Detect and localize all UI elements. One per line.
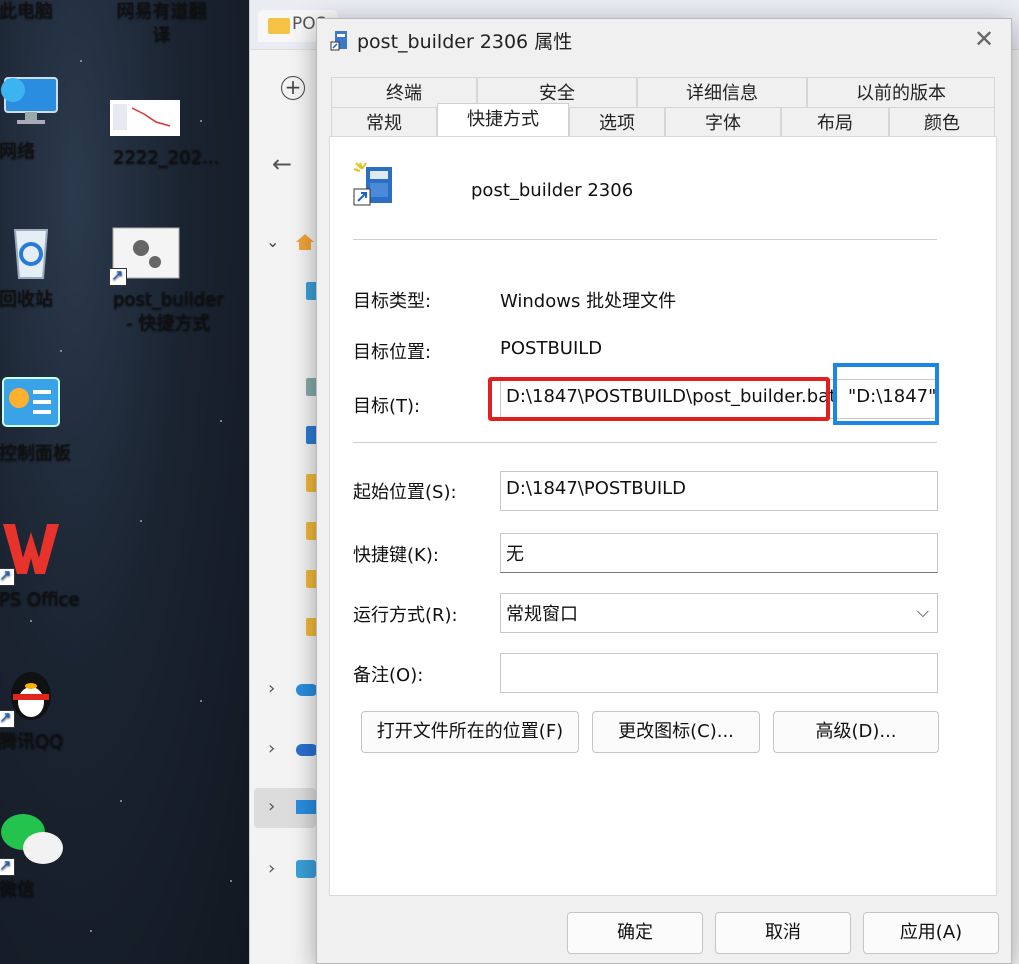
hotkey-input[interactable]: 无 xyxy=(500,533,938,573)
wps-icon xyxy=(0,518,63,586)
batch-file-icon xyxy=(352,161,400,209)
shortcut-arrow-icon xyxy=(0,566,15,586)
shortcut-arrow-icon xyxy=(0,856,15,876)
target-location-value: POSTBUILD xyxy=(500,338,603,359)
recycle-bin-icon xyxy=(0,218,63,282)
batch-file-icon xyxy=(329,29,351,51)
highlight-box-red xyxy=(488,377,830,421)
target-label: 目标(T): xyxy=(353,396,421,417)
tab-colors[interactable]: 颜色 xyxy=(889,107,995,137)
nav-expand-home[interactable]: ⌄ xyxy=(266,232,279,251)
wechat-icon xyxy=(0,808,63,876)
nav-expand[interactable]: › xyxy=(268,678,275,699)
nav-row-this-pc[interactable]: › xyxy=(254,788,316,828)
folder-icon xyxy=(268,18,290,34)
tab-shortcut[interactable]: 快捷方式 xyxy=(437,103,569,137)
comment-input[interactable] xyxy=(500,653,938,693)
network-icon xyxy=(296,860,316,878)
desktop-icon-post-builder[interactable]: post_builder - 快捷方式 xyxy=(90,226,224,334)
divider xyxy=(353,442,937,443)
shortcut-name: post_builder 2306 xyxy=(471,180,634,201)
onedrive-icon xyxy=(296,684,318,696)
qq-icon xyxy=(0,660,63,728)
tab-previous-versions[interactable]: 以前的版本 xyxy=(807,77,995,107)
target-type-label: 目标类型: xyxy=(353,291,432,312)
divider xyxy=(353,239,937,240)
chevron-down-icon: ⌄ xyxy=(266,232,280,251)
home-icon xyxy=(294,232,316,252)
desktop-icon-recycle-bin[interactable]: 回收站 xyxy=(0,218,86,310)
cancel-button[interactable]: 取消 xyxy=(715,912,851,954)
image-thumbnail-icon xyxy=(110,100,180,140)
start-in-input[interactable]: D:\1847\POSTBUILD xyxy=(500,471,938,511)
shortcut-tab-panel: post_builder 2306 目标类型: Windows 批处理文件 目标… xyxy=(329,136,997,896)
network-icon xyxy=(0,70,63,134)
tab-options[interactable]: 选项 xyxy=(569,107,665,137)
open-file-location-button[interactable]: 打开文件所在的位置(F) xyxy=(361,711,579,753)
chevron-right-icon: › xyxy=(268,858,276,879)
chevron-right-icon: › xyxy=(268,738,276,759)
run-label: 运行方式(R): xyxy=(353,605,458,626)
desktop-icon-qq[interactable]: 腾讯QQ xyxy=(0,660,86,752)
back-button[interactable]: ← xyxy=(272,150,292,178)
comment-label: 备注(O): xyxy=(353,665,424,686)
chevron-right-icon: › xyxy=(268,678,276,699)
desktop-icon-label: post_builder - 快捷方式 xyxy=(113,289,224,334)
new-tab-button[interactable]: + xyxy=(281,76,305,100)
advanced-button[interactable]: 高级(D)... xyxy=(773,711,939,753)
desktop-icon-network[interactable]: 网络 xyxy=(0,70,86,162)
nav-expand[interactable]: › xyxy=(268,858,275,879)
start-in-label: 起始位置(S): xyxy=(353,482,457,503)
settings-file-icon xyxy=(109,226,181,286)
tab-strip: 终端 安全 详细信息 以前的版本 常规 快捷方式 选项 字体 布局 颜色 xyxy=(331,75,995,137)
tab-general[interactable]: 常规 xyxy=(331,107,437,137)
change-icon-button[interactable]: 更改图标(C)... xyxy=(592,711,760,753)
target-location-label: 目标位置: xyxy=(353,342,432,363)
nav-expand[interactable]: › xyxy=(268,738,275,759)
tab-layout[interactable]: 布局 xyxy=(781,107,889,137)
run-select-value: 常规窗口 xyxy=(506,604,578,625)
hotkey-label: 快捷键(K): xyxy=(353,545,439,566)
desktop-icon-control-panel[interactable]: 控制面板 xyxy=(0,372,86,464)
apply-button[interactable]: 应用(A) xyxy=(863,912,999,954)
desktop-icon-label: 控制面板 xyxy=(0,443,71,464)
shortcut-arrow-icon xyxy=(109,266,127,286)
desktop-icon-label: PS Office xyxy=(0,589,80,610)
close-button[interactable]: ✕ xyxy=(969,25,999,55)
desktop-icon-label: 网易有道翻译 xyxy=(116,1,207,46)
properties-dialog: post_builder 2306 属性 ✕ 终端 安全 详细信息 以前的版本 … xyxy=(316,18,1012,964)
ok-button[interactable]: 确定 xyxy=(567,912,703,954)
dialog-title: post_builder 2306 属性 xyxy=(357,31,573,53)
desktop-icon-label: 网络 xyxy=(0,141,35,162)
tab-details[interactable]: 详细信息 xyxy=(637,77,807,107)
desktop-icon-wechat[interactable]: 微信 xyxy=(0,808,86,900)
desktop-icon-wps[interactable]: PS Office xyxy=(0,518,86,610)
chevron-right-icon: › xyxy=(268,796,276,817)
desktop-icon-label: 回收站 xyxy=(0,289,53,310)
desktop-icon-label: 微信 xyxy=(0,879,35,900)
desktop-icon-label: 此电脑 xyxy=(0,1,53,22)
run-select[interactable]: 常规窗口 ⌵ xyxy=(500,593,938,633)
plus-icon: + xyxy=(284,75,302,99)
dialog-titlebar: post_builder 2306 属性 ✕ xyxy=(317,19,1011,59)
shortcut-arrow-icon xyxy=(0,708,15,728)
desktop: 此电脑 网易有道翻译 网络 2222_202... 回收站 ↗ post_bui… xyxy=(0,0,250,964)
close-icon: ✕ xyxy=(973,25,995,53)
computer-icon xyxy=(296,800,316,814)
desktop-icon-2222[interactable]: 2222_202... xyxy=(90,100,219,168)
back-arrow-icon: ← xyxy=(272,150,293,178)
highlight-box-blue xyxy=(833,363,939,425)
onedrive-icon xyxy=(296,744,318,756)
desktop-icon-label: 2222_202... xyxy=(113,147,220,168)
control-panel-icon xyxy=(0,372,63,436)
tab-font[interactable]: 字体 xyxy=(665,107,781,137)
chevron-down-icon: ⌵ xyxy=(916,602,929,621)
desktop-icon-label: 腾讯QQ xyxy=(0,731,64,752)
target-type-value: Windows 批处理文件 xyxy=(500,291,677,312)
